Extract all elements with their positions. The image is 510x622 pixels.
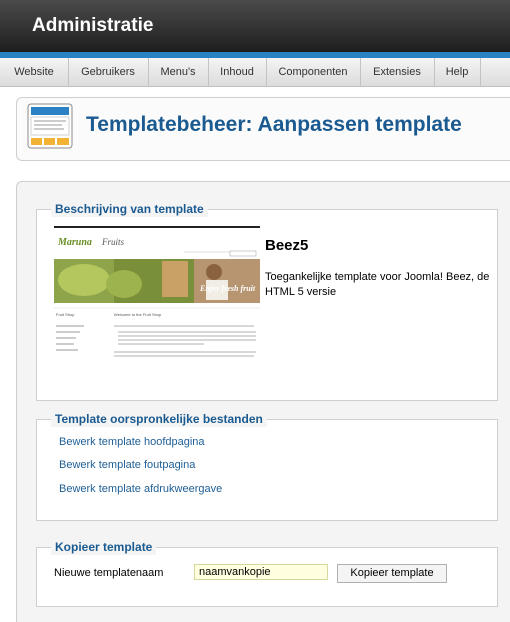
menu-item-website[interactable]: Website <box>0 58 69 86</box>
template-preview-thumbnail: Maruna Fruits Enjoy fresh fruit Fruit Sh… <box>54 226 260 376</box>
app-title: Administratie <box>32 15 154 36</box>
menu-item-gebruikers[interactable]: Gebruikers <box>68 58 149 86</box>
edit-print-view-link[interactable]: Bewerk template afdrukweergave <box>59 483 222 495</box>
main-menu: Website Gebruikers Menu's Inhoud Compone… <box>0 58 510 87</box>
template-description: Toegankelijke template voor Joomla! Beez… <box>265 271 490 298</box>
copy-template-button[interactable]: Kopieer template <box>337 564 447 583</box>
new-template-name-input[interactable] <box>194 564 328 580</box>
preview-logo: Maruna <box>58 237 92 248</box>
menu-item-inhoud[interactable]: Inhoud <box>208 58 267 86</box>
copy-legend: Kopieer template <box>51 540 157 555</box>
top-bar: Administratie <box>0 0 510 52</box>
preview-logo-suffix: Fruits <box>102 237 125 247</box>
preview-image <box>54 228 260 376</box>
edit-main-page-link[interactable]: Bewerk template hoofdpagina <box>59 436 205 448</box>
preview-banner-text: Enjoy fresh fruit <box>200 284 256 293</box>
edit-error-page-link[interactable]: Bewerk template foutpagina <box>59 459 195 471</box>
preview-nav-item: Fruit Shop <box>56 312 75 317</box>
page-title: Templatebeheer: Aanpassen template <box>86 113 462 136</box>
menu-item-extensies[interactable]: Extensies <box>360 58 435 86</box>
template-manager-icon <box>27 103 73 149</box>
files-legend: Template oorspronkelijke bestanden <box>51 412 267 427</box>
menu-item-help[interactable]: Help <box>434 58 481 86</box>
preview-welcome: Welcome to the Fruit Shop <box>114 312 162 317</box>
new-template-name-label: Nieuwe templatenaam <box>54 567 164 579</box>
menu-item-componenten[interactable]: Componenten <box>266 58 361 86</box>
menu-item-menus[interactable]: Menu's <box>148 58 209 86</box>
template-name: Beez5 <box>265 237 309 254</box>
description-legend: Beschrijving van template <box>51 202 208 217</box>
